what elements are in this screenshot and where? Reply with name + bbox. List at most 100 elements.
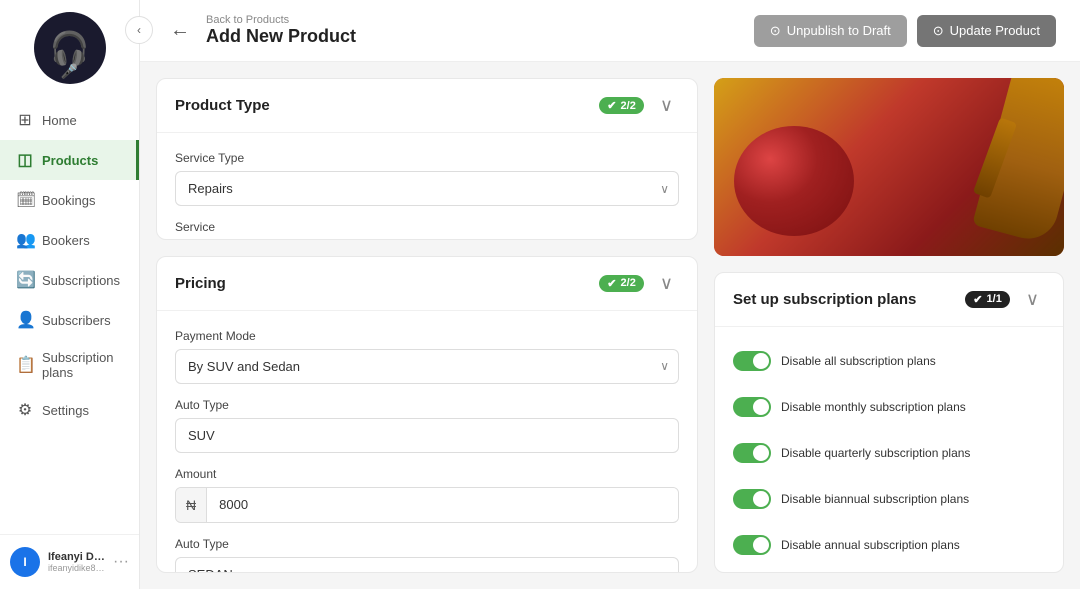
toggle-thumb-monthly — [753, 399, 769, 415]
plan-label-annual: Disable annual subscription plans — [781, 538, 960, 552]
plan-row-quarterly: Disable quarterly subscription plans — [733, 437, 1045, 469]
toggle-track-biannual — [733, 489, 771, 509]
sidebar-item-label: Home — [42, 113, 77, 128]
user-avatar: I — [10, 547, 40, 577]
product-type-badge: ✔ 2/2 — [599, 97, 644, 114]
back-button[interactable]: ← — [164, 17, 196, 44]
pricing-header-right: ✔ 2/2 ∨ — [599, 271, 679, 296]
oil-image-bg — [714, 78, 1064, 256]
unpublish-icon: ⊙ — [770, 23, 781, 39]
auto-type-1-input[interactable] — [175, 418, 679, 453]
toggle-monthly[interactable] — [733, 397, 771, 417]
subscription-plans-collapse-button[interactable]: ∨ — [1020, 287, 1045, 312]
products-icon: ◫ — [16, 150, 34, 170]
subscription-plans-icon: 📋 — [16, 355, 34, 375]
header-left: ← Back to Products Add New Product — [164, 14, 356, 47]
settings-icon: ⚙ — [16, 400, 34, 420]
auto-type-2-input[interactable] — [175, 557, 679, 573]
sidebar-item-label: Subscription plans — [42, 350, 123, 380]
sidebar-collapse-button[interactable]: ‹ — [125, 16, 153, 44]
product-type-header-right: ✔ 2/2 ∨ — [599, 93, 679, 118]
plan-label-biannual: Disable biannual subscription plans — [781, 492, 969, 506]
product-image — [714, 78, 1064, 256]
sidebar-item-label: Bookers — [42, 233, 90, 248]
amount-1-input-wrapper: ₦ — [175, 487, 679, 523]
user-name: Ifeanyi Dike — [48, 551, 105, 563]
subscribers-icon: 👤 — [16, 310, 34, 330]
toggle-biannual[interactable] — [733, 489, 771, 509]
payment-mode-select[interactable]: By SUV and Sedan — [175, 349, 679, 384]
back-link[interactable]: Back to Products — [206, 14, 356, 26]
right-column: Set up subscription plans ✔ 1/1 ∨ — [714, 78, 1064, 573]
bookings-icon: 🗓 — [16, 190, 34, 210]
subscriptions-icon: 🔄 — [16, 270, 34, 290]
amount-1-label: Amount — [175, 467, 679, 481]
sidebar-item-subscriptions[interactable]: 🔄 Subscriptions — [0, 260, 139, 300]
subscription-plans-header: Set up subscription plans ✔ 1/1 ∨ — [715, 273, 1063, 327]
subscription-plans-header-right: ✔ 1/1 ∨ — [965, 287, 1045, 312]
toggle-thumb-annual — [753, 537, 769, 553]
product-type-collapse-button[interactable]: ∨ — [654, 93, 679, 118]
toggle-track-all — [733, 351, 771, 371]
payment-mode-label: Payment Mode — [175, 329, 679, 343]
service-type-select[interactable]: Repairs — [175, 171, 679, 206]
sidebar-item-bookers[interactable]: 👥 Bookers — [0, 220, 139, 260]
sidebar-item-settings[interactable]: ⚙ Settings — [0, 390, 139, 430]
payment-mode-group: Payment Mode By SUV and Sedan ∨ — [175, 329, 679, 384]
pricing-collapse-button[interactable]: ∨ — [654, 271, 679, 296]
plan-row-monthly: Disable monthly subscription plans — [733, 391, 1045, 423]
toggle-annual[interactable] — [733, 535, 771, 555]
service-type-group: Service Type Repairs ∨ — [175, 151, 679, 206]
toggle-thumb-biannual — [753, 491, 769, 507]
oil-stream-decoration — [973, 117, 1017, 198]
sidebar-item-label: Settings — [42, 403, 89, 418]
amount-1-input[interactable] — [207, 488, 678, 521]
user-more-button[interactable]: ··· — [113, 553, 129, 571]
payment-mode-select-wrapper: By SUV and Sedan ∨ — [175, 349, 679, 384]
user-info: Ifeanyi Dike ifeanyidike87@gmail.com — [48, 551, 105, 573]
sidebar: ‹ 🎧 🎤 ⊞ Home ◫ Products 🗓 Bookings 👥 Boo… — [0, 0, 140, 589]
sidebar-item-home[interactable]: ⊞ Home — [0, 100, 139, 140]
product-type-card: Product Type ✔ 2/2 ∨ Service Type — [156, 78, 698, 240]
unpublish-button[interactable]: ⊙ Unpublish to Draft — [754, 15, 907, 47]
plan-label-quarterly: Disable quarterly subscription plans — [781, 446, 970, 460]
sidebar-item-bookings[interactable]: 🗓 Bookings — [0, 180, 139, 220]
bookers-icon: 👥 — [16, 230, 34, 250]
plan-row-all: Disable all subscription plans — [733, 345, 1045, 377]
product-type-header: Product Type ✔ 2/2 ∨ — [157, 79, 697, 133]
service-group: Service Oil Change ∨ — [175, 220, 679, 240]
left-column: Product Type ✔ 2/2 ∨ Service Type — [156, 78, 698, 573]
toggle-thumb-all — [753, 353, 769, 369]
update-product-button[interactable]: ⊙ Update Product — [917, 15, 1056, 47]
back-nav: Back to Products Add New Product — [206, 14, 356, 47]
pricing-body: Payment Mode By SUV and Sedan ∨ Auto Typ… — [157, 311, 697, 573]
amount-1-group: Amount ₦ — [175, 467, 679, 523]
service-label: Service — [175, 220, 679, 234]
toggle-track-annual — [733, 535, 771, 555]
sidebar-item-subscribers[interactable]: 👤 Subscribers — [0, 300, 139, 340]
auto-type-2-group: Auto Type — [175, 537, 679, 573]
plan-row-annual: Disable annual subscription plans — [733, 529, 1045, 561]
home-icon: ⊞ — [16, 110, 34, 130]
sidebar-item-products[interactable]: ◫ Products — [0, 140, 139, 180]
pricing-header: Pricing ✔ 2/2 ∨ — [157, 257, 697, 311]
header-actions: ⊙ Unpublish to Draft ⊙ Update Product — [754, 15, 1056, 47]
pricing-title: Pricing — [175, 275, 226, 292]
toggle-all[interactable] — [733, 351, 771, 371]
user-email: ifeanyidike87@gmail.com — [48, 563, 105, 573]
service-type-select-wrapper: Repairs ∨ — [175, 171, 679, 206]
toggle-quarterly[interactable] — [733, 443, 771, 463]
subscription-plans-body: Disable all subscription plans Disable m… — [715, 327, 1063, 573]
auto-type-2-label: Auto Type — [175, 537, 679, 551]
subscription-plans-card: Set up subscription plans ✔ 1/1 ∨ — [714, 272, 1064, 573]
auto-type-1-label: Auto Type — [175, 398, 679, 412]
update-icon: ⊙ — [933, 23, 944, 39]
service-type-label: Service Type — [175, 151, 679, 165]
page-title: Add New Product — [206, 26, 356, 47]
main-content: ← Back to Products Add New Product ⊙ Unp… — [140, 0, 1080, 589]
sidebar-item-subscription-plans[interactable]: 📋 Subscription plans — [0, 340, 139, 390]
sidebar-item-label: Subscriptions — [42, 273, 120, 288]
pricing-badge: ✔ 2/2 — [599, 275, 644, 292]
pricing-card: Pricing ✔ 2/2 ∨ Payment Mode — [156, 256, 698, 573]
plan-label-monthly: Disable monthly subscription plans — [781, 400, 966, 414]
